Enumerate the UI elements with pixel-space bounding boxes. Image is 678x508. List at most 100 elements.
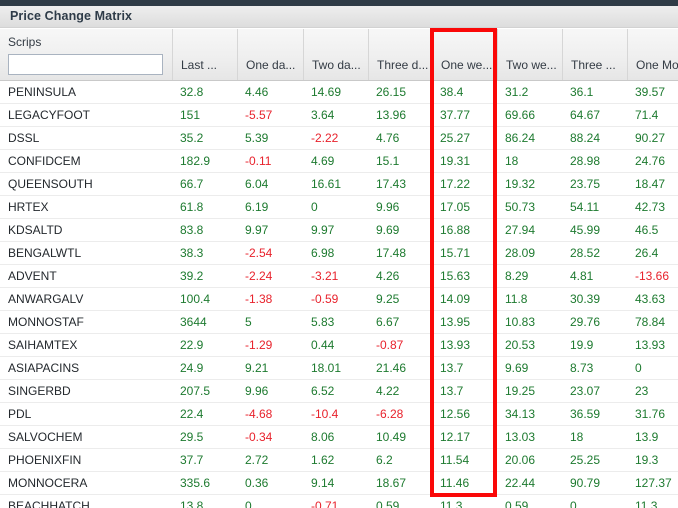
cell-one_month: 31.76 [635,407,666,421]
cell-two_day: 0.44 [311,338,335,352]
cell-three_day: 15.1 [376,154,400,168]
cell-one_week: 15.63 [440,269,471,283]
cell-scrip: PHOENIXFIN [8,453,82,467]
cell-scrip: ADVENT [8,269,57,283]
column-header-two_day[interactable]: Two da... [303,29,368,80]
cell-one_month: 18.47 [635,177,666,191]
cell-three_day: 6.67 [376,315,400,329]
table-row[interactable]: DSSL 35.2 5.39 -2.22 4.76 25.27 86.24 88.24 90.2… [0,127,678,150]
table-row[interactable]: PHOENIXFIN 37.7 2.72 1.62 6.2 11.54 20.06 25.25… [0,449,678,472]
cell-scrip: PENINSULA [8,85,77,99]
cell-scrip: ANWARGALV [8,292,84,306]
cell-last: 22.4 [180,407,204,421]
cell-one_day: 5 [245,315,252,329]
cell-one_week: 17.22 [440,177,471,191]
cell-one_day: 6.19 [245,200,269,214]
cell-one_day: 5.39 [245,131,269,145]
cell-three_day: 21.46 [376,361,407,375]
cell-one_week: 14.09 [440,292,471,306]
cell-two_week: 0.59 [505,499,529,508]
cell-three_week: 8.73 [570,361,594,375]
table-row[interactable]: SAIHAMTEX 22.9 -1.29 0.44 -0.87 13.93 20.53 19.… [0,334,678,357]
column-header-label: Two we... [506,58,557,72]
cell-three_week: 29.76 [570,315,601,329]
cell-two_day: -0.71 [311,499,339,508]
cell-scrip: CONFIDCEM [8,154,81,168]
cell-last: 24.9 [180,361,204,375]
table-row[interactable]: BENGALWTL 38.3 -2.54 6.98 17.48 15.71 28.09 28.… [0,242,678,265]
table-row[interactable]: QUEENSOUTH 66.7 6.04 16.61 17.43 17.22 19.32 23… [0,173,678,196]
cell-one_month: 23 [635,384,649,398]
column-header-two_week[interactable]: Two we... [497,29,562,80]
table-row[interactable]: ADVENT 39.2 -2.24 -3.21 4.26 15.63 8.29 4.81 -13… [0,265,678,288]
table-row[interactable]: ANWARGALV 100.4 -1.38 -0.59 9.25 14.09 11.8 30.… [0,288,678,311]
cell-three_day: 9.69 [376,223,400,237]
table-row[interactable]: BEACHHATCH 13.8 0 -0.71 0.59 11.3 0.59 0 11.3 [0,495,678,508]
cell-scrip: BENGALWTL [8,246,82,260]
column-header-label: Last ... [181,58,218,72]
table-row[interactable]: SINGERBD 207.5 9.96 6.52 4.22 13.7 19.25 23.07 2… [0,380,678,403]
cell-two_day: 0 [311,200,318,214]
cell-three_week: 54.11 [570,200,600,214]
cell-three_week: 64.67 [570,108,601,122]
cell-three_week: 28.98 [570,154,601,168]
cell-one_day: -1.29 [245,338,273,352]
cell-two_day: 9.97 [311,223,335,237]
table-row[interactable]: SALVOCHEM 29.5 -0.34 8.06 10.49 12.17 13.03 18 1… [0,426,678,449]
column-header-one_week[interactable]: One we... [432,29,497,80]
column-header-one_day[interactable]: One da... [237,29,303,80]
cell-three_week: 23.75 [570,177,601,191]
cell-one_week: 11.46 [440,476,470,490]
column-header-last[interactable]: Last ... [172,29,237,80]
cell-one_week: 17.05 [440,200,471,214]
cell-scrip: MONNOSTAF [8,315,84,329]
cell-two_week: 31.2 [505,85,529,99]
table-row[interactable]: KDSALTD 83.8 9.97 9.97 9.69 16.88 27.94 45.99 46… [0,219,678,242]
table-row[interactable]: PENINSULA 32.8 4.46 14.69 26.15 38.4 31.2 36.1 3… [0,81,678,104]
cell-two_week: 10.83 [505,315,536,329]
cell-two_week: 22.44 [505,476,536,490]
cell-two_day: 6.52 [311,384,335,398]
cell-two_week: 13.03 [505,430,536,444]
table-row[interactable]: ASIAPACINS 24.9 9.21 18.01 21.46 13.7 9.69 8.73… [0,357,678,380]
cell-one_month: 46.5 [635,223,659,237]
table-row[interactable]: LEGACYFOOT 151 -5.57 3.64 13.96 37.77 69.66 64.… [0,104,678,127]
cell-two_day: -3.21 [311,269,339,283]
cell-one_day: -5.57 [245,108,273,122]
cell-last: 100.4 [180,292,211,306]
cell-one_day: 0.36 [245,476,269,490]
cell-one_week: 12.17 [440,430,471,444]
cell-three_week: 19.9 [570,338,594,352]
scrips-filter-input[interactable] [8,54,163,75]
cell-three_week: 90.79 [570,476,601,490]
column-header-one_month[interactable]: One Mor [627,29,678,80]
table-row[interactable]: PDL 22.4 -4.68 -10.4 -6.28 12.56 34.13 36.59 31.… [0,403,678,426]
cell-two_day: 5.83 [311,315,335,329]
cell-one_day: -4.68 [245,407,273,421]
column-header-three_week[interactable]: Three ... [562,29,627,80]
cell-one_week: 13.95 [440,315,471,329]
table-row[interactable]: MONNOCERA 335.6 0.36 9.14 18.67 11.46 22.44 90.… [0,472,678,495]
cell-one_week: 13.93 [440,338,471,352]
cell-last: 35.2 [180,131,204,145]
cell-one_week: 15.71 [440,246,471,260]
cell-three_day: 17.48 [376,246,407,260]
cell-scrip: KDSALTD [8,223,63,237]
table-row[interactable]: MONNOSTAF 3644 5 5.83 6.67 13.95 10.83 29.76 78.… [0,311,678,334]
cell-two_week: 18 [505,154,519,168]
column-header-scrip[interactable]: Scrips [0,29,172,80]
cell-two_day: 18.01 [311,361,342,375]
column-header-three_day[interactable]: Three d... [368,29,432,80]
panel-title-bar: Price Change Matrix [0,6,678,28]
cell-scrip: SINGERBD [8,384,71,398]
cell-three_day: 10.49 [376,430,407,444]
cell-last: 29.5 [180,430,204,444]
cell-one_day: 9.21 [245,361,269,375]
cell-two_week: 9.69 [505,361,529,375]
table-row[interactable]: HRTEX 61.8 6.19 0 9.96 17.05 50.73 54.11 42.73 [0,196,678,219]
table-row[interactable]: CONFIDCEM 182.9 -0.11 4.69 15.1 19.31 18 28.98 2… [0,150,678,173]
cell-two_day: 16.61 [311,177,342,191]
cell-three_week: 23.07 [570,384,601,398]
cell-one_day: -2.54 [245,246,273,260]
cell-three_day: -6.28 [376,407,404,421]
